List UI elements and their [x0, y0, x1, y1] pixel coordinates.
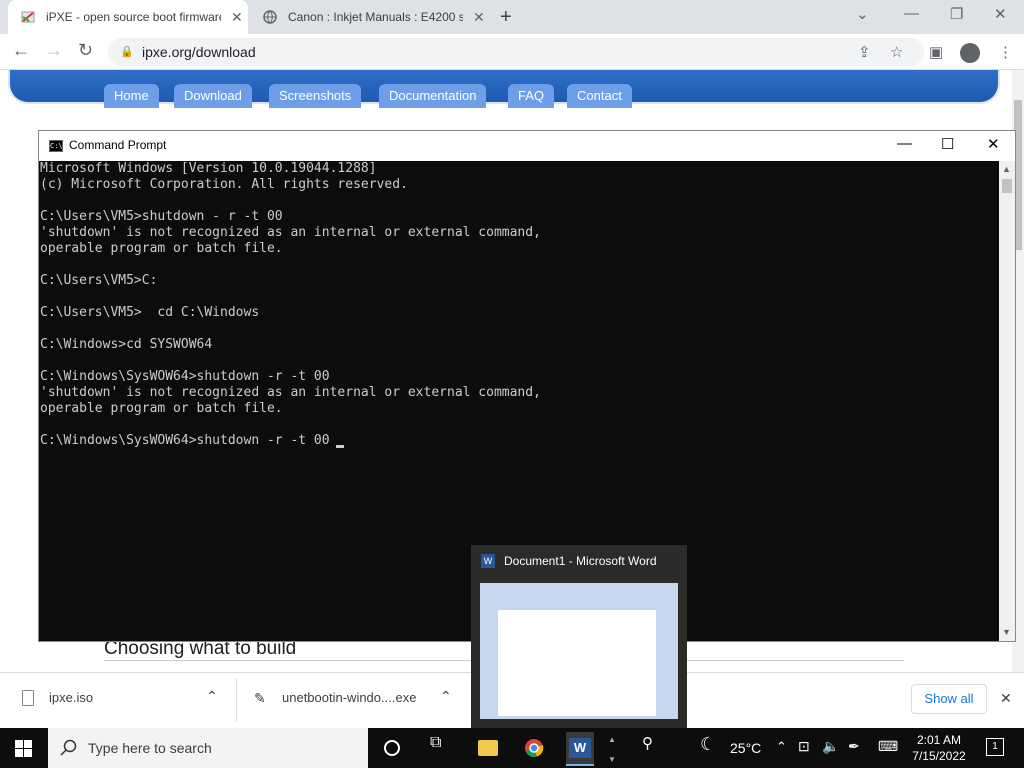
clock-time: 2:01 AM [916, 733, 962, 747]
volume-icon[interactable]: 🔈 [822, 738, 839, 755]
scrollbar-thumb[interactable] [1002, 179, 1012, 193]
tab-title: Canon : Inkjet Manuals : E4200 series [288, 10, 463, 24]
nav-contact[interactable]: Contact [567, 84, 632, 108]
console-line: C:\Windows>cd SYSWOW64 [40, 337, 213, 352]
lock-icon[interactable]: 🔒 [120, 45, 134, 58]
nav-download[interactable]: Download [174, 84, 252, 108]
restore-icon[interactable]: ❐ [950, 5, 963, 23]
windows-start-icon[interactable] [15, 740, 32, 757]
word-icon: W [569, 738, 591, 758]
installer-icon: ✎ [254, 690, 266, 706]
download-item-ipxe[interactable]: ipxe.iso [49, 690, 93, 705]
weather-temp[interactable]: 25°C [730, 740, 761, 756]
scroll-down-icon[interactable]: ▼ [608, 755, 616, 764]
console-line: C:\Users\VM5> cd C:\Windows [40, 305, 260, 320]
tab-title: iPXE - open source boot firmware [46, 10, 221, 24]
close-tab-icon[interactable]: ✕ [473, 9, 485, 26]
download-item-unetbootin[interactable]: unetbootin-windo....exe [282, 690, 416, 705]
thumbnail-title: Document1 - Microsoft Word [504, 554, 657, 568]
search-placeholder: Type here to search [88, 740, 212, 756]
minimize-icon[interactable]: — [904, 5, 919, 22]
clock[interactable]: 2:01 AM 7/15/2022 [904, 732, 974, 764]
maximize-icon[interactable]: ☐ [941, 135, 954, 153]
tab-search-chevron-icon[interactable]: ⌄ [856, 5, 869, 23]
console-line: operable program or batch file. [40, 401, 283, 416]
document-preview [498, 610, 656, 716]
chevron-up-icon[interactable]: ⌃ [206, 688, 218, 705]
reload-icon[interactable]: ↻ [78, 40, 93, 61]
moon-weather-icon[interactable]: ☾ [700, 734, 716, 755]
notification-icon[interactable]: 1 [986, 738, 1004, 756]
chevron-up-icon[interactable]: ⌃ [440, 688, 452, 705]
chevron-up-icon[interactable]: ⌃ [776, 739, 787, 755]
bookmark-star-icon[interactable]: ☆ [890, 43, 903, 61]
minimize-icon[interactable]: — [897, 135, 912, 152]
console-line: (c) Microsoft Corporation. All rights re… [40, 177, 408, 192]
scroll-up-icon[interactable]: ▲ [1002, 164, 1011, 174]
back-icon[interactable]: ← [12, 40, 30, 61]
console-scrollbar[interactable]: ▲ ▼ [999, 161, 1015, 641]
ipxe-favicon-icon [21, 11, 35, 23]
forward-icon[interactable]: → [45, 40, 63, 61]
keyboard-icon[interactable]: ⌨ [878, 738, 898, 755]
close-tab-icon[interactable]: ✕ [231, 9, 243, 26]
network-icon[interactable]: ⊡ [798, 738, 810, 755]
people-icon[interactable]: ⚲ [642, 734, 653, 752]
cmd-app-icon: C:\ [49, 140, 63, 152]
pen-icon[interactable]: ✒ [848, 738, 860, 755]
console-line: Microsoft Windows [Version 10.0.19044.12… [40, 161, 377, 176]
share-icon[interactable]: ⇪ [858, 43, 871, 61]
nav-screenshots[interactable]: Screenshots [269, 84, 362, 108]
side-panel-icon[interactable]: ▣ [929, 43, 943, 61]
word-icon: W [481, 554, 495, 568]
cortana-icon[interactable] [384, 740, 400, 756]
console-line: 'shutdown' is not recognized as an inter… [40, 225, 541, 240]
cmd-window-title: Command Prompt [69, 138, 167, 152]
console-line: C:\Users\VM5>shutdown - r -t 00 [40, 209, 283, 224]
close-window-icon[interactable]: ✕ [987, 135, 1000, 153]
menu-kebab-icon[interactable]: ⋮ [998, 43, 1013, 61]
tab-ipxe[interactable]: iPXE - open source boot firmware ✕ [8, 0, 248, 34]
tab-canon[interactable]: Canon : Inkjet Manuals : E4200 series ✕ [252, 0, 487, 34]
task-view-icon[interactable]: ⧉ [430, 734, 441, 752]
nav-home[interactable]: Home [104, 84, 159, 108]
text-cursor [336, 445, 344, 448]
file-icon [22, 690, 34, 706]
search-icon [60, 739, 77, 756]
scroll-down-icon[interactable]: ▼ [1002, 627, 1011, 637]
globe-icon [263, 10, 277, 24]
chrome-icon[interactable] [524, 738, 544, 758]
profile-avatar-icon[interactable] [960, 43, 980, 63]
cmd-title-bar[interactable]: C:\ Command Prompt — ☐ ✕ [39, 131, 1015, 161]
console-line: operable program or batch file. [40, 241, 283, 256]
close-downloads-icon[interactable]: ✕ [1000, 690, 1012, 707]
console-input-line[interactable]: C:\Windows\SysWOW64>shutdown -r -t 00 [40, 433, 330, 449]
clock-date: 7/15/2022 [912, 749, 966, 763]
notification-count: 1 [992, 741, 998, 752]
new-tab-icon[interactable]: + [500, 6, 512, 29]
url-text[interactable]: ipxe.org/download [142, 44, 256, 60]
divider [236, 678, 237, 722]
nav-documentation[interactable]: Documentation [379, 84, 487, 108]
console-line: C:\Windows\SysWOW64>shutdown -r -t 00 [40, 369, 330, 384]
nav-faq[interactable]: FAQ [508, 84, 555, 108]
scroll-up-icon[interactable]: ▲ [608, 735, 616, 744]
file-explorer-icon[interactable] [478, 740, 498, 756]
show-all-button[interactable]: Show all [911, 684, 987, 714]
console-line: C:\Users\VM5>C: [40, 273, 158, 288]
close-window-icon[interactable]: ✕ [994, 5, 1007, 23]
console-line: 'shutdown' is not recognized as an inter… [40, 385, 541, 400]
